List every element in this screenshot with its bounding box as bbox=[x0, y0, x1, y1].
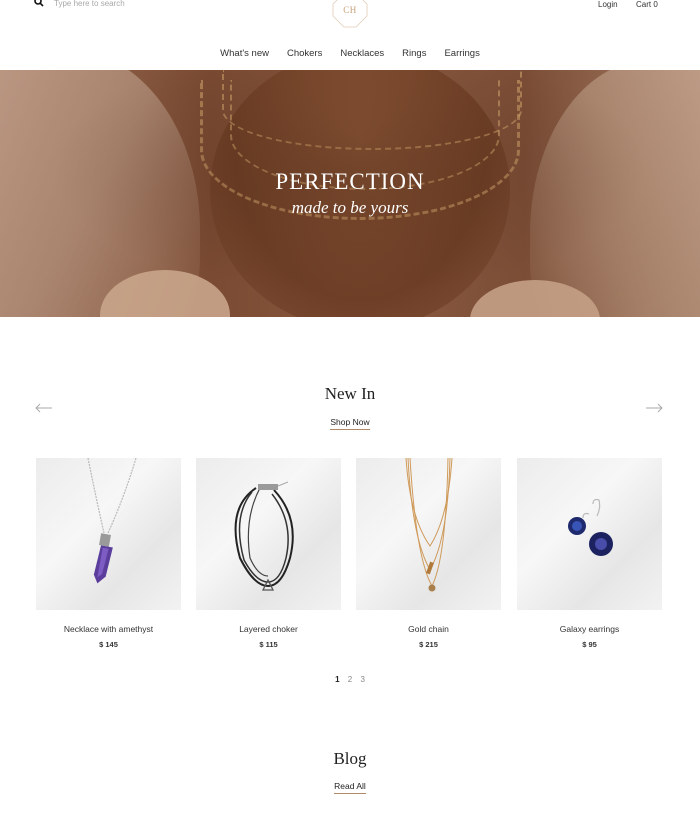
product-image[interactable] bbox=[36, 458, 181, 610]
page-1[interactable]: 1 bbox=[335, 675, 339, 684]
pagination: 1 2 3 bbox=[0, 675, 700, 684]
new-in-title: New In bbox=[324, 384, 376, 403]
product-card[interactable]: Layered choker $ 115 bbox=[196, 458, 341, 649]
product-image[interactable] bbox=[356, 458, 501, 610]
amethyst-necklace-icon bbox=[87, 458, 137, 584]
product-name[interactable]: Gold chain bbox=[356, 624, 501, 634]
product-name[interactable]: Necklace with amethyst bbox=[36, 624, 181, 634]
read-all-label[interactable]: Read All bbox=[334, 781, 366, 794]
product-price: $ 215 bbox=[419, 640, 438, 649]
choker-icon bbox=[234, 481, 294, 591]
product-price: $ 95 bbox=[582, 640, 597, 649]
hero-banner: PERFECTION made to be yours bbox=[0, 70, 700, 317]
nav-earrings[interactable]: Earrings bbox=[444, 47, 479, 61]
nav-chokers[interactable]: Chokers bbox=[287, 47, 322, 61]
product-price: $ 145 bbox=[99, 640, 118, 649]
product-image[interactable] bbox=[196, 458, 341, 610]
product-card[interactable]: Galaxy earrings $ 95 bbox=[517, 458, 662, 649]
page-2[interactable]: 2 bbox=[348, 675, 352, 684]
search-input[interactable] bbox=[54, 0, 184, 9]
blog-title: Blog bbox=[333, 749, 367, 768]
product-price: $ 115 bbox=[259, 640, 278, 649]
cart-link[interactable]: Cart 0 bbox=[636, 0, 658, 9]
product-name[interactable]: Layered choker bbox=[196, 624, 341, 634]
search-icon[interactable] bbox=[34, 0, 44, 7]
product-card[interactable]: Necklace with amethyst $ 145 bbox=[36, 458, 181, 649]
arrow-right-icon[interactable] bbox=[644, 402, 664, 414]
nav-whats-new[interactable]: What's new bbox=[220, 47, 269, 61]
page-3[interactable]: 3 bbox=[360, 675, 364, 684]
logo-text: CH bbox=[343, 5, 357, 15]
brand-logo[interactable]: CH bbox=[332, 0, 368, 28]
main-nav: What's new Chokers Necklaces Rings Earri… bbox=[0, 47, 700, 61]
hero-title: PERFECTION bbox=[275, 169, 425, 194]
nav-rings[interactable]: Rings bbox=[402, 47, 426, 61]
product-name[interactable]: Galaxy earrings bbox=[517, 624, 662, 634]
hero-subtitle: made to be yours bbox=[291, 198, 409, 217]
login-link[interactable]: Login bbox=[598, 0, 618, 9]
product-image[interactable] bbox=[517, 458, 662, 610]
product-card[interactable]: Gold chain $ 215 bbox=[356, 458, 501, 649]
top-bar: CH Login Cart 0 bbox=[0, 0, 700, 28]
shop-now-label[interactable]: Shop Now bbox=[330, 417, 370, 430]
nav-necklaces[interactable]: Necklaces bbox=[340, 47, 384, 61]
gold-chain-icon bbox=[405, 458, 453, 592]
earrings-icon bbox=[568, 498, 613, 556]
shop-now-link: Shop Now bbox=[0, 417, 700, 430]
read-all-link: Read All bbox=[0, 781, 700, 794]
arrow-left-icon[interactable] bbox=[34, 402, 54, 414]
